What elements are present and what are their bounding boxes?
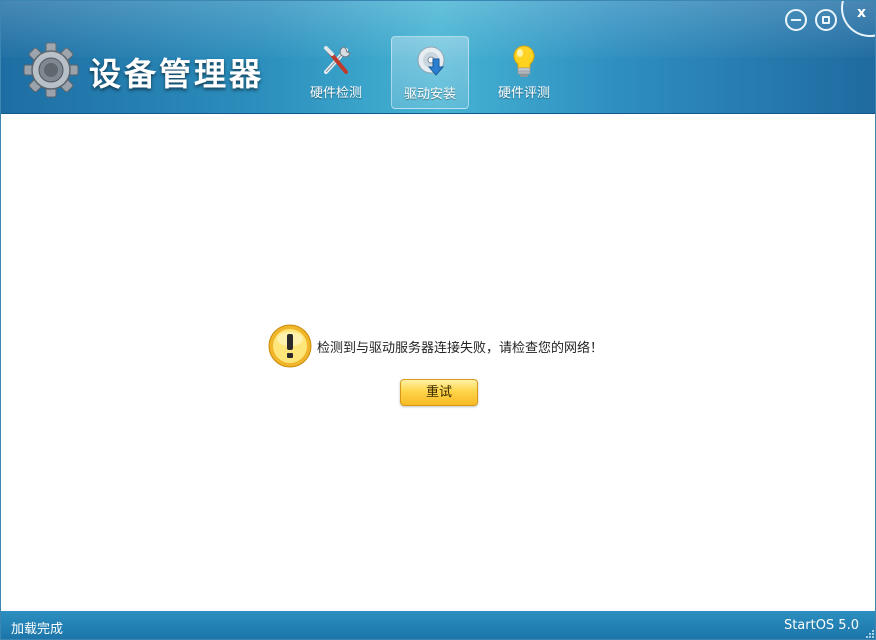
error-message: 检测到与驱动服务器连接失败，请检查您的网络！	[317, 341, 604, 356]
minimize-button[interactable]	[785, 9, 807, 31]
close-icon: x	[857, 5, 867, 21]
warning-icon	[268, 324, 312, 368]
tools-icon	[324, 46, 351, 74]
lightbulb-icon	[513, 45, 535, 77]
minimize-icon	[791, 19, 801, 21]
resize-grip-icon[interactable]	[865, 629, 875, 639]
tab-label: 硬件检测	[309, 86, 362, 101]
app-title: 设备管理器	[89, 55, 265, 93]
header-bar: 设备管理器 硬件检测 驱动安装 硬件评测 x	[1, 1, 875, 114]
tab-label: 驱动安装	[403, 87, 456, 102]
status-text: 加载完成	[11, 622, 64, 637]
close-button[interactable]: x	[841, 1, 875, 37]
maximize-icon	[822, 16, 830, 24]
maximize-button[interactable]	[815, 9, 837, 31]
gear-icon	[23, 42, 79, 98]
tab-driver-install[interactable]: 驱动安装	[391, 36, 469, 109]
tab-hardware-evaluation[interactable]: 硬件评测	[485, 36, 563, 109]
version-label: StartOS 5.0	[783, 618, 859, 633]
main-content: 检测到与驱动服务器连接失败，请检查您的网络！ 重试	[1, 114, 875, 611]
device-manager-window: 设备管理器 硬件检测 驱动安装 硬件评测 x 检测到与驱动服务器连接失败，请检查…	[0, 0, 876, 640]
tab-label: 硬件评测	[497, 86, 550, 101]
retry-button[interactable]: 重试	[400, 379, 478, 406]
driver-disc-icon	[417, 46, 445, 76]
status-bar: 加载完成 StartOS 5.0	[1, 611, 875, 639]
tab-hardware-detection[interactable]: 硬件检测	[297, 36, 375, 109]
